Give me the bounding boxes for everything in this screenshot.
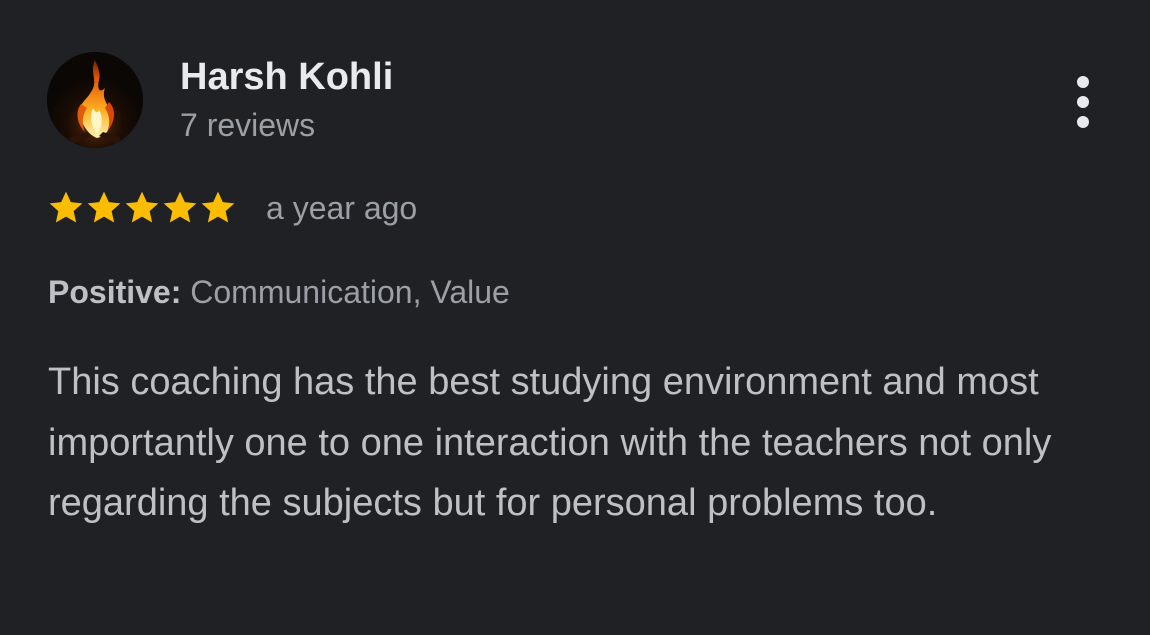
fire-avatar-icon [47,52,143,148]
attributes-values: Communication, Value [190,274,510,310]
rating-row: a year ago [46,186,417,230]
author-avatar[interactable] [47,52,143,148]
star-icon [122,188,162,228]
review-text: This coaching has the best studying envi… [48,361,1052,524]
more-vertical-icon-dot [1077,116,1089,128]
attributes-label: Positive: [48,274,182,310]
more-options-button[interactable] [1062,72,1106,132]
star-icon [46,188,86,228]
author-review-count[interactable]: 7 reviews [180,106,315,144]
review-time: a year ago [266,190,418,226]
star-icon [84,188,124,228]
more-vertical-icon-dot [1077,76,1089,88]
author-name[interactable]: Harsh Kohli [180,54,393,100]
review-attributes: Positive: Communication, Value [48,272,510,312]
star-rating [46,188,236,228]
star-icon [198,188,238,228]
star-icon [160,188,200,228]
more-vertical-icon-dot [1077,96,1089,108]
review-card: Harsh Kohli 7 reviews a year ago Positiv… [0,0,1150,635]
